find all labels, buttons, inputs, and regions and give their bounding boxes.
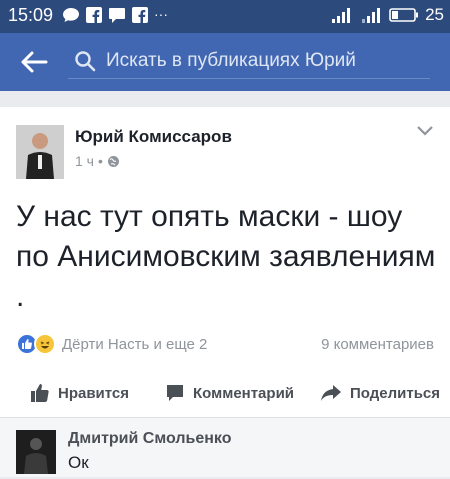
post-time[interactable]: 1 ч [75, 153, 94, 169]
chevron-down-icon[interactable] [416, 125, 434, 137]
signal-icon [332, 8, 351, 23]
comment-icon [167, 385, 183, 401]
comment-label: Комментарий [193, 384, 295, 402]
comment-button[interactable]: Комментарий [165, 383, 294, 403]
comment-text: Ок [68, 453, 89, 472]
chat-bubble-icon [63, 8, 79, 22]
search-input[interactable] [106, 47, 424, 75]
post-author-name[interactable]: Юрий Комиссаров [75, 127, 232, 147]
status-time: 15:09 [8, 5, 54, 25]
reactions-names[interactable]: Дёрти Насть и еще 2 [62, 336, 207, 353]
search-icon [75, 51, 96, 72]
facebook-icon [86, 7, 102, 23]
battery-icon [389, 8, 419, 22]
signal-icon [362, 8, 381, 23]
search-bar[interactable] [68, 43, 430, 79]
meta-separator: • [97, 153, 103, 169]
post-actions: Нравится Комментарий Поделиться [0, 369, 450, 417]
more-notifications-icon: ··· [154, 6, 168, 22]
reactions-summary[interactable]: Дёрти Насть и еще 2 [16, 333, 207, 355]
person-photo-icon [16, 430, 56, 474]
battery-level: 25 [425, 5, 444, 24]
person-photo-icon [16, 125, 64, 179]
commenter-name[interactable]: Дмитрий Смольенко [68, 430, 231, 448]
like-label: Нравится [58, 384, 130, 402]
like-button[interactable]: Нравится [30, 383, 129, 403]
globe-icon [107, 155, 119, 167]
post-meta: 1 ч • [75, 153, 120, 169]
post-text: У нас тут опять маски - шоу по Анисимовс… [16, 200, 436, 313]
comment-preview: Дмитрий Смольенко Ок [0, 417, 450, 477]
back-arrow-icon[interactable] [20, 50, 48, 74]
thumbs-up-icon [31, 384, 49, 402]
share-button[interactable]: Поделиться [320, 383, 440, 403]
status-bar: 15:09 ··· 25 [0, 0, 450, 33]
message-icon [109, 8, 125, 23]
share-arrow-icon [321, 385, 341, 401]
post-card: Юрий Комиссаров 1 ч • У нас тут опять ма… [0, 107, 450, 417]
comments-count[interactable]: 9 комментариев [321, 336, 434, 353]
haha-reaction-icon [34, 333, 56, 355]
app-bar [0, 33, 450, 91]
author-avatar[interactable] [16, 125, 64, 179]
commenter-avatar[interactable] [16, 430, 56, 474]
facebook-icon [132, 7, 148, 23]
status-right: 25 [331, 5, 444, 25]
notification-icons: ··· [62, 7, 168, 23]
share-label: Поделиться [350, 384, 441, 402]
